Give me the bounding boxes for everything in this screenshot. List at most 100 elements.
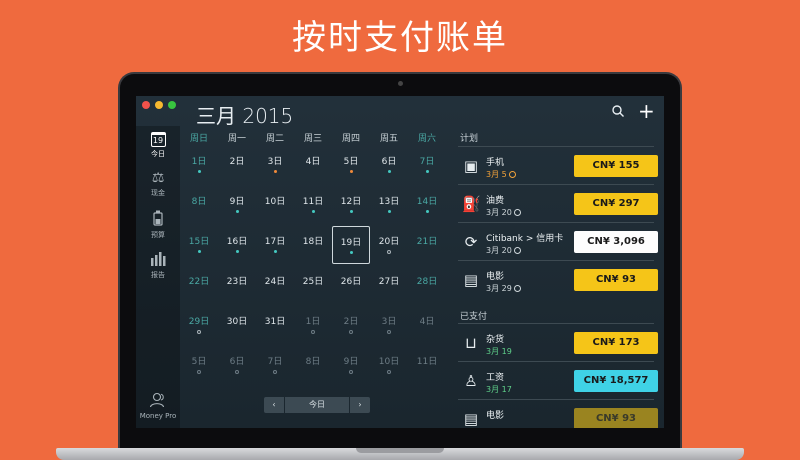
sidebar-account[interactable]: Money Pro	[136, 392, 180, 420]
calendar-day[interactable]: 10日	[256, 186, 294, 224]
zoom-window-button[interactable]	[168, 101, 176, 109]
close-window-button[interactable]	[142, 101, 150, 109]
calendar-day[interactable]: 13日	[370, 186, 408, 224]
calendar-day[interactable]: 22日	[180, 266, 218, 304]
sidebar-item-reports[interactable]: 报告	[136, 250, 180, 280]
calendar-day[interactable]: 2日	[218, 146, 256, 184]
planned-payment-row[interactable]: ⟳ Citibank > 信用卡 3月 20 CN¥ 3,096	[458, 222, 658, 260]
calendar-day[interactable]: 23日	[218, 266, 256, 304]
day-number: 28日	[416, 277, 438, 287]
payment-name: Citibank > 信用卡	[486, 234, 564, 244]
day-number: 24日	[264, 277, 286, 287]
calendar-day[interactable]: 1日	[180, 146, 218, 184]
calendar-day[interactable]: 12日	[332, 186, 370, 224]
calendar-day[interactable]: 1日	[294, 306, 332, 344]
planned-payment-row[interactable]: ▤ 电影 3月 29 CN¥ 93	[458, 260, 658, 298]
calendar-day[interactable]: 26日	[332, 266, 370, 304]
calendar-day[interactable]: 30日	[218, 306, 256, 344]
sidebar-item-budget[interactable]: 预算	[136, 210, 180, 240]
calendar-day[interactable]: 8日	[180, 186, 218, 224]
previous-month-button[interactable]: ‹	[264, 397, 284, 413]
calendar-day[interactable]: 29日	[180, 306, 218, 344]
calendar-day[interactable]: 3日	[370, 306, 408, 344]
calendar-day[interactable]: 10日	[370, 346, 408, 384]
calendar-day[interactable]: 7日	[408, 146, 446, 184]
day-number: 21日	[416, 237, 438, 247]
day-number: 26日	[340, 277, 362, 287]
transaction-marker	[349, 251, 353, 254]
transaction-marker	[311, 210, 315, 213]
today-button[interactable]: 今日	[285, 397, 349, 413]
payment-amount-button[interactable]: CN¥ 173	[574, 332, 658, 354]
calendar-day[interactable]: 5日	[332, 146, 370, 184]
calendar-day-selected[interactable]: 19日	[332, 226, 370, 264]
calendar-day[interactable]: 11日	[408, 346, 446, 384]
day-number: 10日	[264, 197, 286, 207]
calendar-day[interactable]: 11日	[294, 186, 332, 224]
app-window: 三月 2015 + 19 今日 ⚖ 现金 预算 报告 Money Pro 周日 …	[136, 96, 664, 428]
calendar-day[interactable]: 7日	[256, 346, 294, 384]
calendar-day[interactable]: 17日	[256, 226, 294, 264]
calendar-day[interactable]: 14日	[408, 186, 446, 224]
basket-icon: ⊔	[465, 334, 477, 352]
calendar-day[interactable]: 5日	[180, 346, 218, 384]
payment-amount-button[interactable]: CN¥ 93	[574, 408, 658, 428]
day-number: 6日	[229, 357, 245, 367]
paid-payment-row[interactable]: ⊔ 杂货 3月 19 CN¥ 173	[458, 323, 658, 361]
calendar-day[interactable]: 9日	[218, 186, 256, 224]
sidebar-item-cash[interactable]: ⚖ 现金	[136, 170, 180, 198]
calendar-day[interactable]: 15日	[180, 226, 218, 264]
payment-amount-button[interactable]: CN¥ 18,577	[574, 370, 658, 392]
calendar-day[interactable]: 4日	[294, 146, 332, 184]
day-number: 11日	[302, 197, 324, 207]
payment-amount-button[interactable]: CN¥ 297	[574, 193, 658, 215]
day-number: 30日	[226, 317, 248, 327]
calendar-day[interactable]: 16日	[218, 226, 256, 264]
paid-payment-row[interactable]: ▤ 电影 CN¥ 93	[458, 399, 658, 428]
sim-card-icon: ▣	[463, 157, 479, 175]
planned-payment-row[interactable]: ▣ 手机 3月 5 CN¥ 155	[458, 146, 658, 184]
day-number: 13日	[378, 197, 400, 207]
add-transaction-button[interactable]: +	[638, 101, 655, 121]
day-number: 17日	[264, 237, 286, 247]
day-number: 29日	[188, 317, 210, 327]
transaction-marker	[235, 210, 239, 213]
calendar-day[interactable]: 4日	[408, 306, 446, 344]
search-icon[interactable]	[612, 105, 624, 117]
webcam	[398, 81, 403, 86]
promo-headline: 按时支付账单	[292, 18, 508, 58]
day-number: 25日	[302, 277, 324, 287]
transaction-marker	[387, 330, 391, 334]
calendar-day[interactable]: 8日	[294, 346, 332, 384]
calendar-day[interactable]: 27日	[370, 266, 408, 304]
calendar-day[interactable]: 18日	[294, 226, 332, 264]
transaction-marker	[273, 370, 277, 374]
planned-payment-row[interactable]: ⛽ 油费 3月 20 CN¥ 297	[458, 184, 658, 222]
calendar-day[interactable]: 28日	[408, 266, 446, 304]
minimize-window-button[interactable]	[155, 101, 163, 109]
weekday-label: 周四	[341, 134, 360, 144]
payment-amount-button[interactable]: CN¥ 3,096	[574, 231, 658, 253]
calendar-day[interactable]: 9日	[332, 346, 370, 384]
day-number: 27日	[378, 277, 400, 287]
day-number: 14日	[416, 197, 438, 207]
next-month-button[interactable]: ›	[350, 397, 370, 413]
calendar-day[interactable]: 6日	[370, 146, 408, 184]
calendar-icon: 19	[150, 132, 166, 147]
calendar-day[interactable]: 21日	[408, 226, 446, 264]
sidebar-item-today[interactable]: 19 今日	[136, 132, 180, 159]
day-number: 5日	[343, 157, 359, 167]
film-icon: ▤	[463, 410, 479, 428]
payment-amount-button[interactable]: CN¥ 155	[574, 155, 658, 177]
calendar-day[interactable]: 31日	[256, 306, 294, 344]
payment-amount-button[interactable]: CN¥ 93	[574, 269, 658, 291]
clock-icon	[513, 247, 521, 254]
transaction-marker	[349, 330, 353, 334]
calendar-day[interactable]: 24日	[256, 266, 294, 304]
calendar-day[interactable]: 3日	[256, 146, 294, 184]
paid-payment-row[interactable]: ♙ 工资 3月 17 CN¥ 18,577	[458, 361, 658, 399]
calendar-day[interactable]: 6日	[218, 346, 256, 384]
calendar-day[interactable]: 20日	[370, 226, 408, 264]
calendar-day[interactable]: 2日	[332, 306, 370, 344]
calendar-day[interactable]: 25日	[294, 266, 332, 304]
